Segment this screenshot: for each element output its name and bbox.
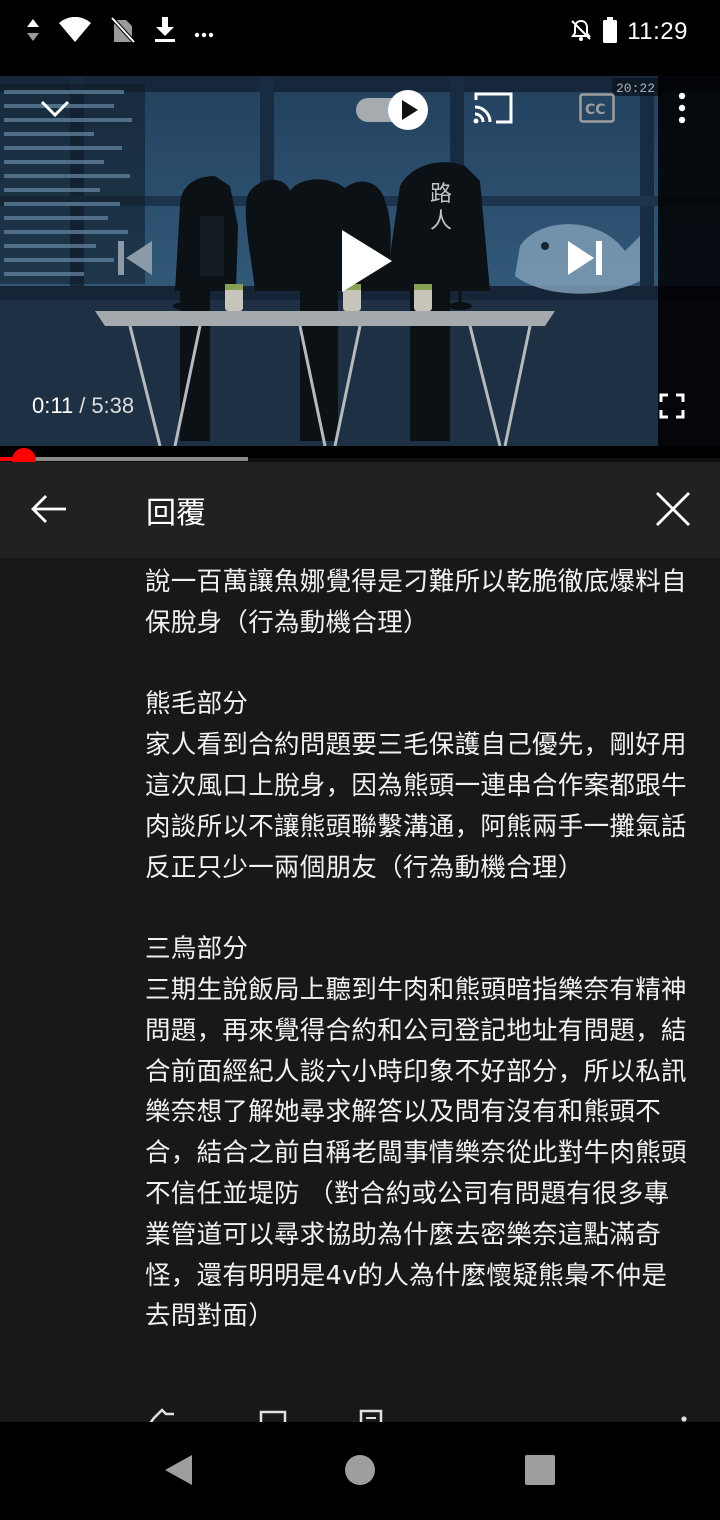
buffered-track (0, 457, 249, 461)
chevron-down-icon (40, 100, 70, 122)
close-button[interactable] (646, 484, 700, 538)
back-triangle-icon (162, 1453, 194, 1491)
nav-back-button[interactable] (150, 1446, 206, 1498)
page-title: 回覆 (146, 496, 206, 531)
video-time: 0:11/5:38 (32, 393, 134, 419)
skip-previous-icon (116, 239, 156, 281)
alarm-off-icon (569, 18, 593, 46)
more-notifications-icon (194, 23, 214, 42)
collapse-button[interactable] (30, 86, 80, 136)
skip-next-icon (564, 239, 604, 281)
more-vert-icon (678, 92, 686, 128)
next-button[interactable] (556, 234, 612, 286)
status-bar: 11:29 (0, 0, 720, 66)
home-circle-icon (344, 1454, 376, 1490)
status-time: 11:29 (627, 18, 688, 45)
comment-text: 說一百萬讓魚娜覺得是刁難所以乾脆徹底爆料自保脫身（行為動機合理） 熊毛部分 家人… (145, 567, 687, 1332)
fullscreen-icon (659, 393, 685, 423)
cast-icon (472, 91, 514, 129)
duration: 5:38 (91, 393, 135, 418)
svg-text:CC: CC (585, 102, 606, 118)
play-icon (338, 228, 394, 298)
captions-button[interactable]: CC (572, 86, 622, 134)
battery-icon (603, 17, 618, 47)
arrow-back-icon (30, 494, 68, 528)
video-player[interactable]: 20:22 路 人 CC 0:11 / 5:38 (0, 66, 720, 458)
play-button[interactable] (326, 221, 406, 305)
recents-square-icon (524, 1454, 556, 1490)
replies-header: 回覆 (0, 462, 720, 558)
autoplay-toggle[interactable] (356, 86, 432, 134)
close-icon (655, 491, 691, 531)
current-time: 0:11 (32, 393, 74, 418)
previous-button[interactable] (108, 234, 164, 286)
data-arrows-icon (26, 18, 40, 46)
system-nav-bar (0, 1422, 720, 1520)
nav-home-button[interactable] (332, 1446, 388, 1498)
time-separator: / (79, 393, 86, 418)
fullscreen-button[interactable] (650, 386, 694, 430)
download-icon (154, 17, 176, 47)
comment-body[interactable]: 說一百萬讓魚娜覺得是刁難所以乾脆徹底爆料自保脫身（行為動機合理） 熊毛部分 家人… (0, 558, 720, 1422)
no-sim-icon (110, 16, 136, 48)
nav-recents-button[interactable] (512, 1446, 568, 1498)
wifi-icon (58, 16, 92, 47)
back-button[interactable] (22, 484, 76, 538)
cast-button[interactable] (466, 86, 520, 134)
captions-icon: CC (579, 93, 615, 127)
more-options-button[interactable] (658, 86, 706, 134)
